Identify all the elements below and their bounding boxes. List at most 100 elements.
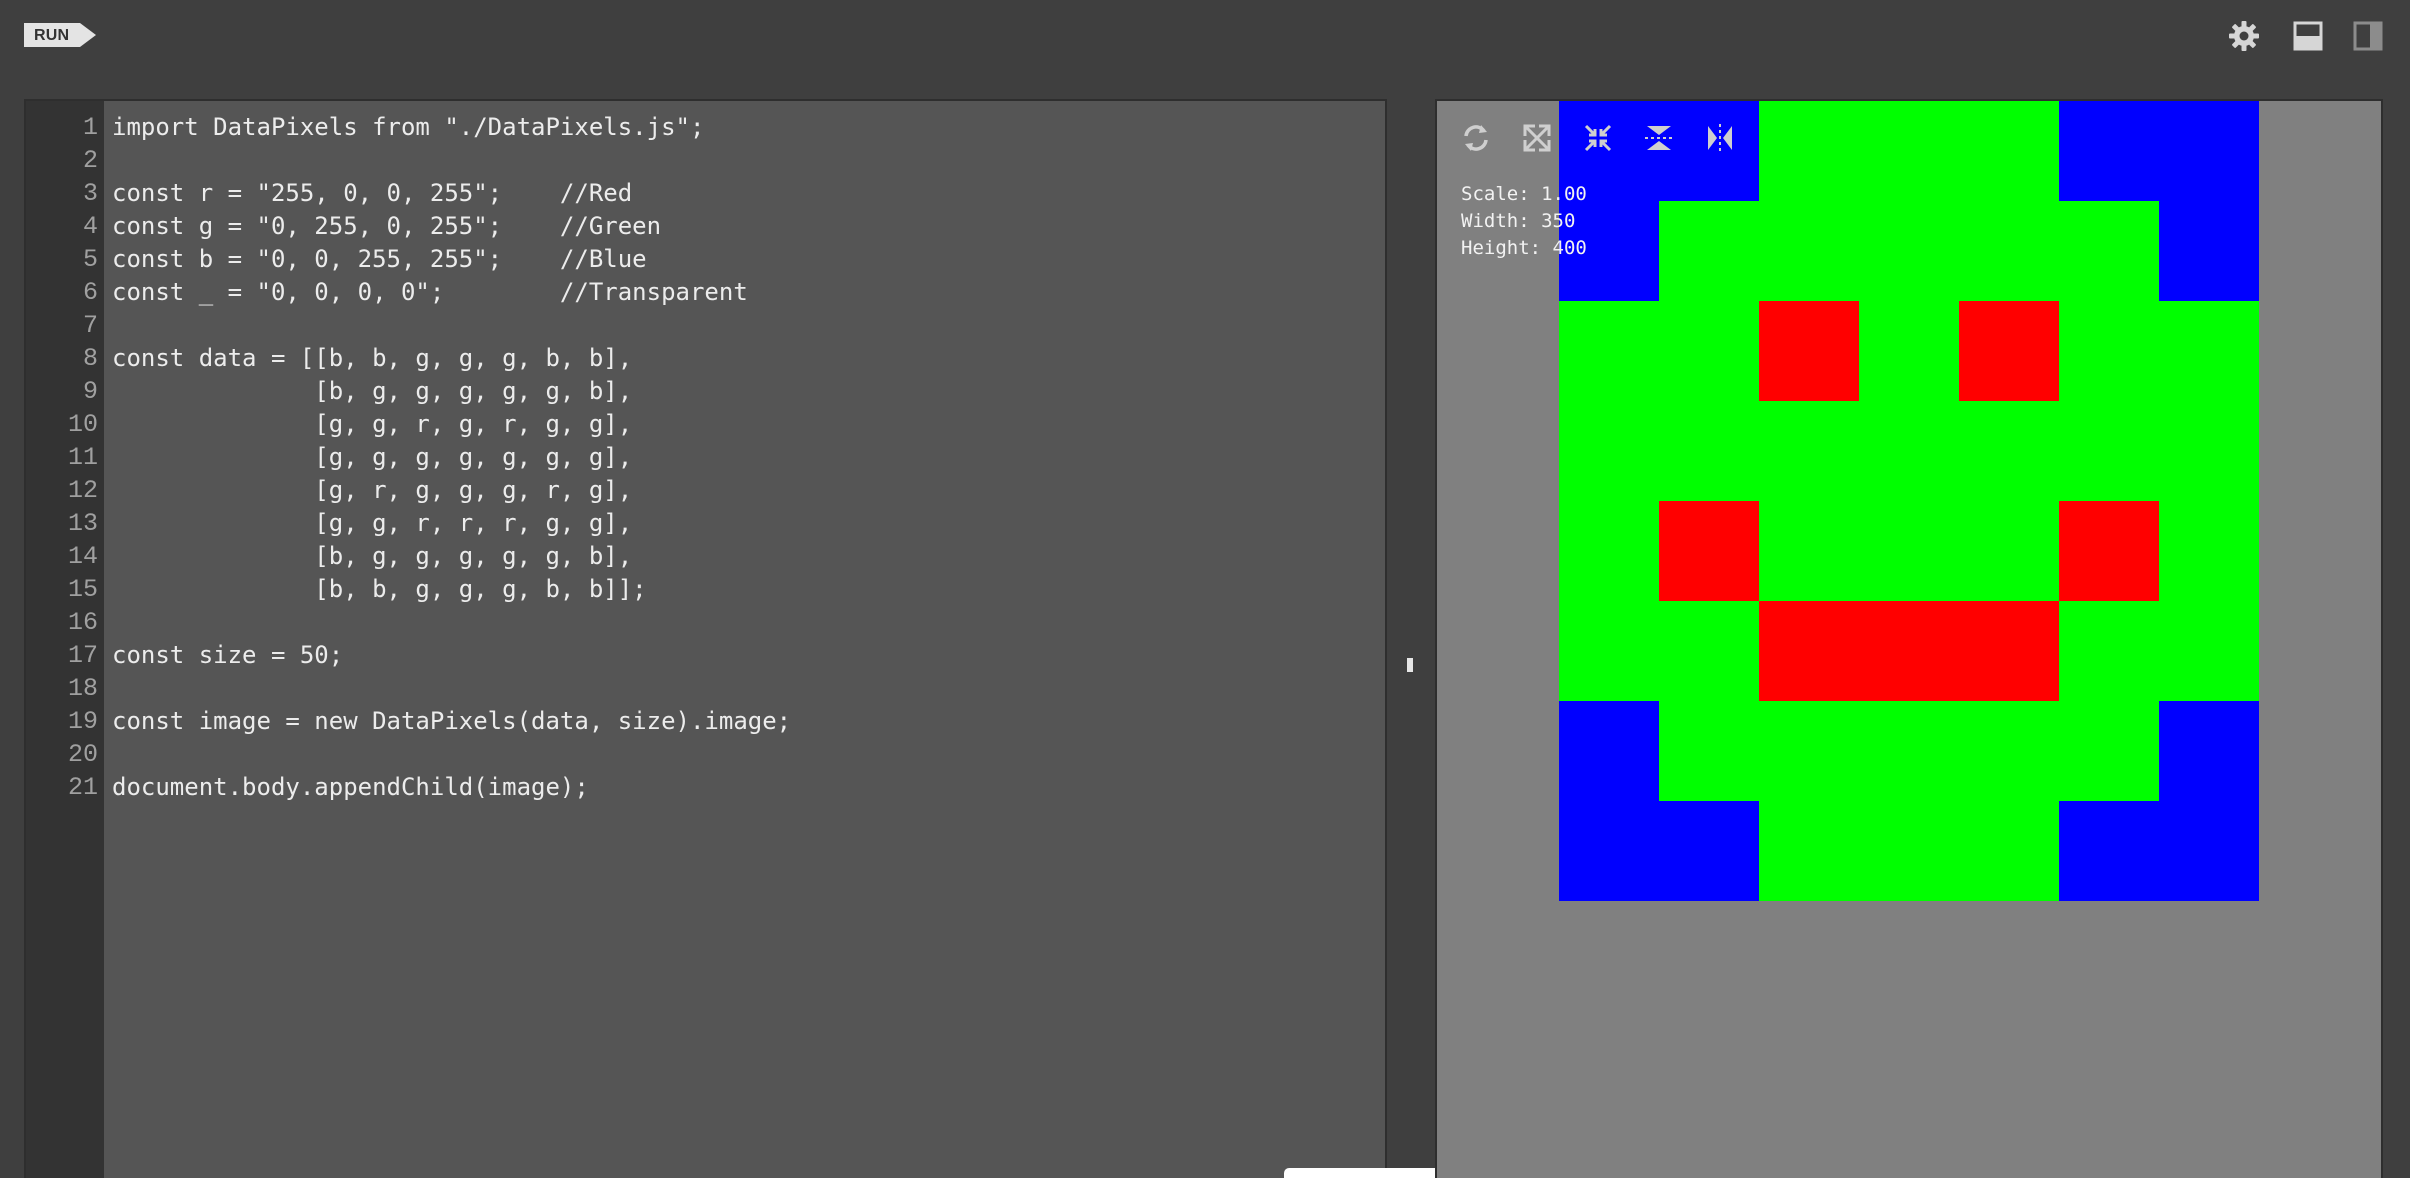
pixel-cell	[2059, 201, 2160, 302]
line-number: 2	[82, 146, 98, 175]
line-number: 15	[67, 575, 98, 604]
line-number: 19	[67, 707, 98, 736]
line-number: 8	[82, 344, 98, 373]
pixel-cell	[2059, 601, 2160, 702]
pixel-cell	[2059, 801, 2160, 901]
flip-horizontal-icon[interactable]	[1701, 119, 1739, 157]
code-editor[interactable]: 1 2 3 4 5 6 7 8 9 10 11 12 13 14 15 16 17 18 19 20 21 import…	[24, 99, 1387, 1178]
pixel-cell	[1959, 601, 2060, 702]
scale-stat: Scale: 1.00	[1461, 183, 1587, 205]
line-number: 9	[82, 377, 98, 406]
line-number-gutter: 1 2 3 4 5 6 7 8 9 10 11 12 13 14 15 16 17 18 19 20 21	[26, 101, 104, 1178]
line-number: 13	[67, 509, 98, 538]
line-number: 14	[67, 542, 98, 571]
height-stat: Height: 400	[1461, 237, 1587, 259]
pixel-cell	[2059, 701, 2160, 802]
code-line[interactable]: const r = "255, 0, 0, 255"; //Red	[112, 177, 632, 210]
line-number: 10	[67, 410, 98, 439]
pixel-cell	[1759, 201, 1860, 302]
pixel-cell	[1759, 501, 1860, 602]
code-line[interactable]: [b, b, g, g, g, b, b]];	[112, 573, 646, 606]
pixel-cell	[1659, 501, 1760, 602]
pixel-cell	[1559, 601, 1660, 702]
preview-panel: Scale: 1.00 Width: 350 Height: 400	[1435, 99, 2383, 1178]
pixel-cell	[2159, 801, 2259, 901]
code-line[interactable]: [g, g, r, g, r, g, g],	[112, 408, 632, 441]
code-line[interactable]: [g, g, r, r, r, g, g],	[112, 507, 632, 540]
pixel-cell	[1559, 301, 1660, 402]
panel-resize-handle[interactable]	[1407, 658, 1413, 672]
code-line[interactable]: [g, r, g, g, g, r, g],	[112, 474, 632, 507]
pixel-cell	[2159, 301, 2259, 402]
code-line[interactable]: const data = [[b, b, g, g, g, b, b],	[112, 342, 632, 375]
line-number: 4	[82, 212, 98, 241]
code-line[interactable]: const size = 50;	[112, 639, 343, 672]
compress-icon[interactable]	[1579, 119, 1617, 157]
pixel-cell	[1859, 301, 1960, 402]
gear-icon[interactable]	[2226, 18, 2262, 54]
run-label: RUN	[34, 27, 70, 44]
pixel-cell	[1559, 701, 1660, 802]
line-number: 11	[67, 443, 98, 472]
width-stat: Width: 350	[1461, 210, 1576, 232]
pixel-cell	[1859, 501, 1960, 602]
code-line[interactable]: const image = new DataPixels(data, size)…	[112, 705, 791, 738]
pixel-cell	[1859, 101, 1960, 202]
pixel-cell	[2059, 101, 2160, 202]
pixel-cell	[1959, 701, 2060, 802]
line-number: 7	[82, 311, 98, 340]
code-line[interactable]: const _ = "0, 0, 0, 0"; //Transparent	[112, 276, 748, 309]
pixel-cell	[1959, 401, 2060, 502]
code-line[interactable]: [g, g, g, g, g, g, g],	[112, 441, 632, 474]
expand-icon[interactable]	[1518, 119, 1556, 157]
pixel-cell	[1759, 101, 1860, 202]
code-line[interactable]: const b = "0, 0, 255, 255"; //Blue	[112, 243, 647, 276]
pixel-cell	[1759, 301, 1860, 402]
pixel-cell	[1659, 301, 1760, 402]
app-window: RUN 1 2 3 4 5 6 7 8 9 10 11 12 13 14 15 16 17 18 19 20 21	[0, 0, 2410, 1178]
pixel-cell	[1859, 401, 1960, 502]
pixel-cell	[1559, 501, 1660, 602]
pixel-cell	[2159, 101, 2259, 202]
pixel-cell	[2059, 501, 2160, 602]
pixel-cell	[1659, 201, 1760, 302]
pixel-cell	[2059, 401, 2160, 502]
line-number: 21	[67, 773, 98, 802]
code-line[interactable]: [b, g, g, g, g, g, b],	[112, 540, 632, 573]
pixel-cell	[1759, 601, 1860, 702]
pixel-cell	[1959, 301, 2060, 402]
pixel-cell	[1559, 801, 1660, 901]
run-button[interactable]: RUN	[24, 20, 98, 50]
line-number: 3	[82, 179, 98, 208]
pixel-cell	[1759, 701, 1860, 802]
line-number: 6	[82, 278, 98, 307]
code-line[interactable]: document.body.appendChild(image);	[112, 771, 589, 804]
pixel-cell	[1859, 601, 1960, 702]
pixel-cell	[1759, 401, 1860, 502]
code-area[interactable]: import DataPixels from "./DataPixels.js"…	[112, 101, 1385, 1178]
flip-vertical-icon[interactable]	[1640, 119, 1678, 157]
pixel-cell	[2159, 401, 2259, 502]
refresh-icon[interactable]	[1457, 119, 1495, 157]
pixel-cell	[1659, 701, 1760, 802]
image-stats: Scale: 1.00 Width: 350 Height: 400	[1461, 181, 1587, 262]
code-line[interactable]: import DataPixels from "./DataPixels.js"…	[112, 111, 704, 144]
code-line[interactable]: const g = "0, 255, 0, 255"; //Green	[112, 210, 661, 243]
line-number: 16	[67, 608, 98, 637]
code-line[interactable]: [b, g, g, g, g, g, b],	[112, 375, 632, 408]
pixel-cell	[2159, 601, 2259, 702]
line-number: 5	[82, 245, 98, 274]
line-number: 12	[67, 476, 98, 505]
pixel-cell	[1959, 501, 2060, 602]
pixel-image	[1559, 101, 2259, 901]
line-number: 20	[67, 740, 98, 769]
layout-side-icon[interactable]	[2350, 18, 2386, 54]
pixel-cell	[1959, 801, 2060, 901]
pixel-cell	[1659, 601, 1760, 702]
pixel-cell	[2159, 201, 2259, 302]
pixel-cell	[1959, 101, 2060, 202]
pixel-cell	[1659, 801, 1760, 901]
layout-bottom-icon[interactable]	[2290, 18, 2326, 54]
pixel-cell	[1859, 201, 1960, 302]
pixel-cell	[2159, 501, 2259, 602]
